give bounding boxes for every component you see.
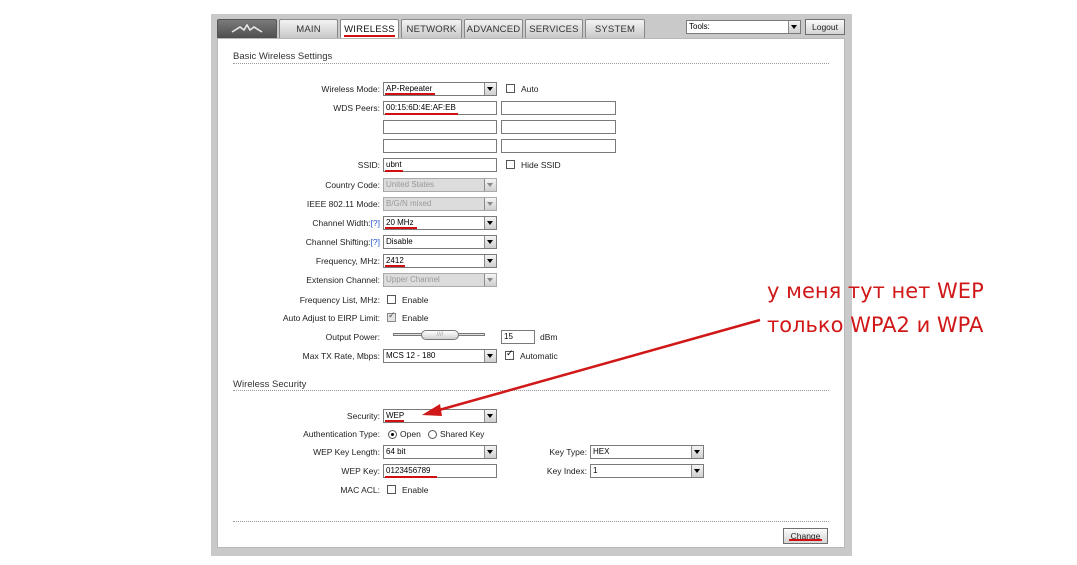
annotation-arrow-icon (422, 318, 761, 416)
